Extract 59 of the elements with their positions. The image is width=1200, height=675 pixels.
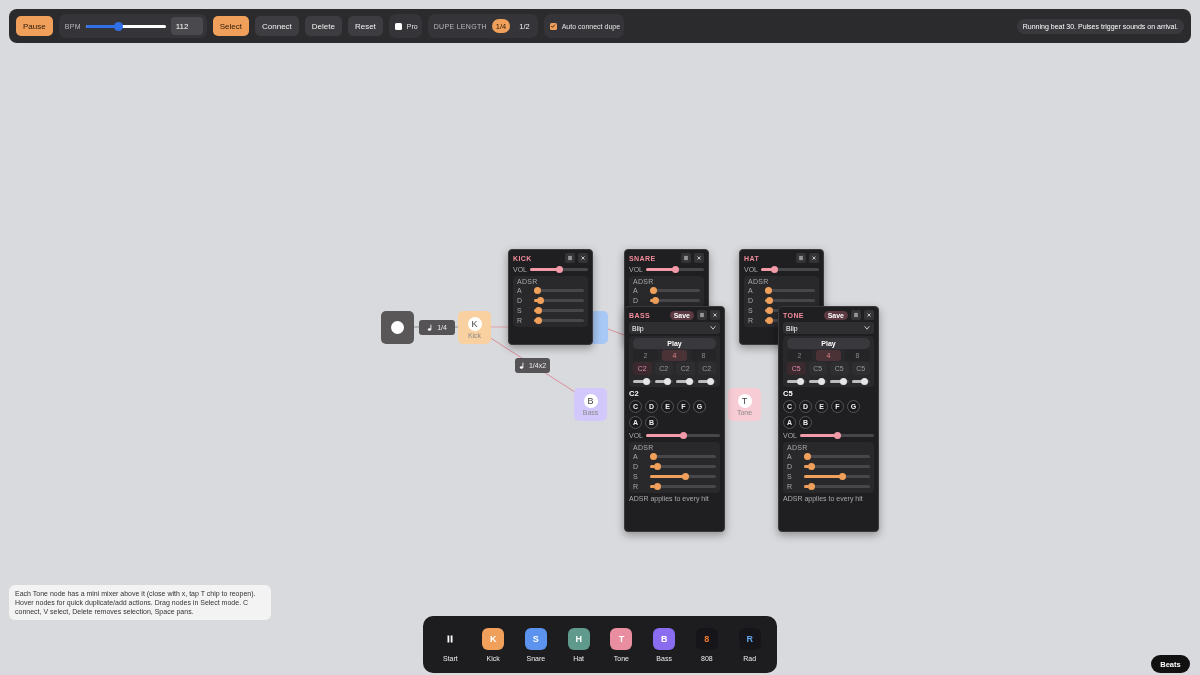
tool-button[interactable]: Select [212,16,249,36]
envelope-slider[interactable] [765,297,815,304]
close-button[interactable] [809,253,819,263]
pause-button[interactable] [565,253,575,263]
envelope-slider[interactable] [534,317,584,324]
close-icon [811,255,817,261]
bpm-slider[interactable] [85,21,166,31]
bpm-field[interactable]: 112 [170,17,203,35]
note-slider[interactable] [851,378,870,385]
note-slider[interactable] [654,378,673,385]
sound-button[interactable]: R [738,627,761,650]
pause-icon [798,255,804,261]
pause-icon [445,633,456,644]
tool-button[interactable]: Delete [304,16,342,36]
close-icon [580,255,586,261]
note-slider[interactable] [633,378,652,385]
close-button[interactable] [578,253,588,263]
note-slider[interactable] [697,378,716,385]
envelope-slider[interactable] [534,307,584,314]
envelope-slider[interactable] [650,297,700,304]
note-slider[interactable] [787,378,806,385]
pause-icon [853,312,859,318]
chevron-icon [709,325,717,331]
note-slider[interactable] [808,378,827,385]
note-slider[interactable] [676,378,695,385]
envelope-slider[interactable] [534,297,584,304]
pause-button[interactable] [681,253,691,263]
sound-button[interactable]: 8 [695,627,718,650]
envelope-slider[interactable] [804,453,870,460]
close-button[interactable] [864,310,874,320]
node-letter: K [467,317,482,331]
close-icon [866,312,872,318]
pause-button[interactable] [697,310,707,320]
close-icon [712,312,718,318]
pause-button[interactable]: Pause [16,16,53,36]
pause-button[interactable] [851,310,861,320]
node-letter: T [737,394,752,408]
connector-line [607,328,625,336]
envelope-slider[interactable] [765,287,815,294]
note-slider[interactable] [830,378,849,385]
envelope-slider[interactable] [650,453,716,460]
tool-button[interactable]: Reset [347,16,383,36]
pause-icon [699,312,705,318]
close-button[interactable] [694,253,704,263]
pause-icon [683,255,689,261]
pause-button[interactable] [796,253,806,263]
pause-icon [567,255,573,261]
sound-button[interactable]: B [653,627,676,650]
node-letter: B [583,394,598,408]
envelope-slider[interactable] [534,287,584,294]
tool-button[interactable]: Connect [255,16,299,36]
close-icon [696,255,702,261]
chevron-icon [863,325,871,331]
checkbox[interactable] [549,22,557,30]
envelope-slider[interactable] [650,287,700,294]
close-button[interactable] [710,310,720,320]
checkbox[interactable] [394,22,402,30]
start-node[interactable] [381,311,414,344]
check-icon [550,23,557,29]
